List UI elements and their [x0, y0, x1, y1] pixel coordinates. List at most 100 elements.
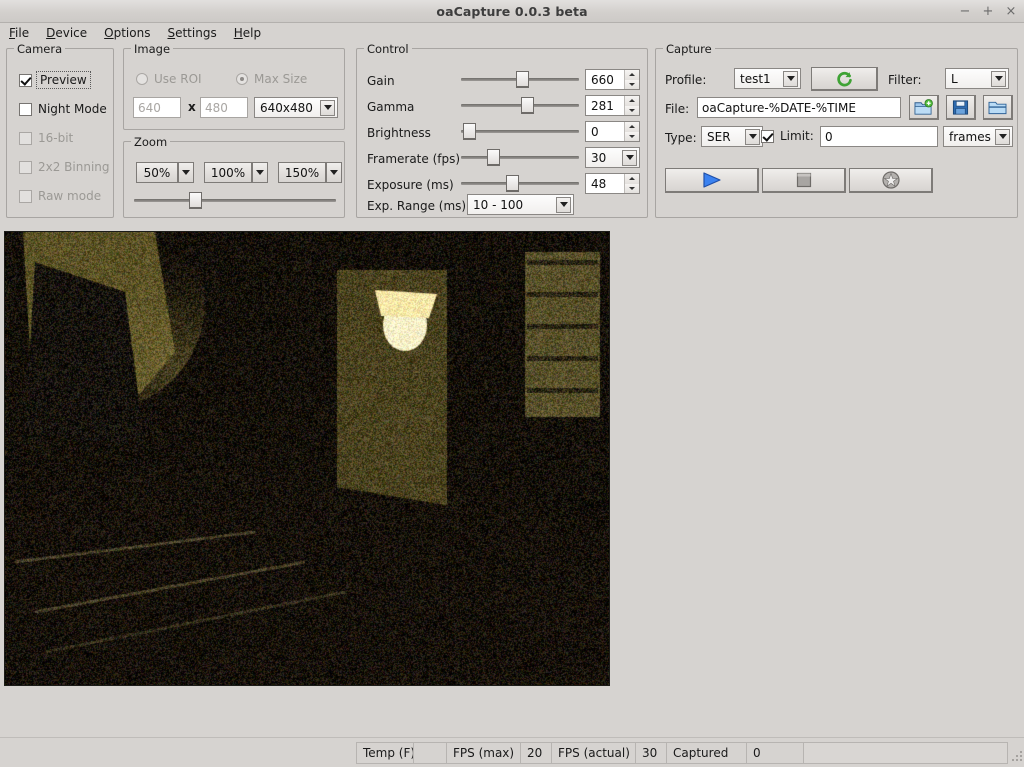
file-name-input[interactable]: oaCapture-%DATE-%TIME — [697, 97, 901, 118]
chevron-down-icon[interactable] — [745, 129, 760, 145]
filter-combo[interactable]: L — [945, 68, 1009, 89]
spinner-down-icon[interactable] — [625, 80, 639, 90]
control-value-spinner[interactable]: 660 — [585, 69, 640, 90]
zoom-preset-50-chevron-down-icon[interactable] — [178, 162, 194, 183]
image-size-combo[interactable]: 640x480 — [254, 97, 338, 118]
chevron-down-icon[interactable] — [991, 71, 1006, 87]
zoom-slider[interactable] — [134, 190, 336, 210]
roi-width-input[interactable]: 640 — [133, 97, 181, 118]
limit-value-input[interactable]: 0 — [820, 126, 938, 147]
zoom-slider-thumb[interactable] — [189, 192, 202, 209]
type-combo[interactable]: SER — [701, 126, 763, 147]
zoom-preset-100-chevron-down-icon[interactable] — [252, 162, 268, 183]
spinner-buttons[interactable] — [624, 70, 639, 89]
exp-range-combo[interactable]: 10 - 100 — [467, 194, 574, 215]
control-slider[interactable] — [461, 69, 579, 89]
spinner-up-icon[interactable] — [625, 174, 639, 184]
control-slider-thumb[interactable] — [516, 71, 529, 88]
menu-options[interactable]: Options — [104, 26, 150, 40]
camera-preview[interactable] — [4, 231, 610, 686]
chevron-down-icon[interactable] — [556, 197, 571, 213]
zoom-preset-150-chevron-down-icon[interactable] — [326, 162, 342, 183]
limit-units-combo[interactable]: frames — [943, 126, 1013, 147]
start-capture-button[interactable] — [665, 168, 759, 193]
exp-range-combo-value: 10 - 100 — [473, 198, 523, 212]
zoom-slider-track — [134, 199, 336, 202]
close-icon[interactable]: × — [1005, 5, 1017, 18]
filter-label: Filter: — [888, 73, 922, 87]
camera-preview-canvas[interactable] — [5, 232, 609, 685]
open-folder-button[interactable] — [983, 95, 1013, 120]
control-slider[interactable] — [461, 147, 579, 167]
control-value-spinner[interactable]: 281 — [585, 95, 640, 116]
checkbox-limit-label: Limit: — [780, 129, 814, 143]
window-title: oaCapture 0.0.3 beta — [436, 4, 587, 19]
resize-grip-icon[interactable] — [1010, 742, 1024, 764]
spinner-down-icon[interactable] — [625, 184, 639, 194]
roi-height-input[interactable]: 480 — [200, 97, 248, 118]
zoom-preset-50[interactable]: 50% — [136, 162, 194, 183]
spinner-buttons[interactable] — [624, 122, 639, 141]
camera-panel-title: Camera — [14, 42, 65, 56]
spinner-down-icon[interactable] — [625, 132, 639, 142]
spinner-buttons[interactable] — [624, 174, 639, 193]
night-mode-checkbox-box[interactable] — [19, 103, 32, 116]
spinner-up-icon[interactable] — [625, 122, 639, 132]
menu-file[interactable]: File — [9, 26, 29, 40]
control-slider-thumb[interactable] — [521, 97, 534, 114]
16-bit-checkbox-box — [19, 132, 32, 145]
spinner-up-icon[interactable] — [625, 96, 639, 106]
control-row-label: Gain — [367, 74, 395, 88]
status-fps-max-value: 20 — [520, 742, 552, 764]
profile-combo-value: test1 — [740, 72, 771, 86]
limit-units-combo-value: frames — [949, 130, 991, 144]
profile-combo[interactable]: test1 — [734, 68, 801, 89]
stop-capture-button[interactable] — [762, 168, 846, 193]
autorun-button[interactable] — [849, 168, 933, 193]
zoom-preset-50-label[interactable]: 50% — [136, 162, 178, 183]
checkbox-2x2-binning-label: 2x2 Binning — [38, 160, 110, 174]
spinner-buttons[interactable] — [624, 96, 639, 115]
save-button[interactable] — [946, 95, 976, 120]
spinner-down-icon[interactable] — [625, 106, 639, 116]
menu-device[interactable]: Device — [46, 26, 87, 40]
zoom-preset-150[interactable]: 150% — [278, 162, 342, 183]
zoom-preset-100[interactable]: 100% — [204, 162, 268, 183]
control-value-spinner[interactable]: 48 — [585, 173, 640, 194]
control-slider-thumb[interactable] — [463, 123, 476, 140]
menu-bar: File Device Options Settings Help — [0, 23, 1024, 43]
checkbox-night-mode[interactable]: Night Mode — [19, 102, 107, 116]
control-slider[interactable] — [461, 95, 579, 115]
control-slider-thumb[interactable] — [487, 149, 500, 166]
control-slider[interactable] — [461, 121, 579, 141]
maximize-icon[interactable]: + — [982, 5, 994, 18]
zoom-preset-150-label[interactable]: 150% — [278, 162, 326, 183]
zoom-preset-100-label[interactable]: 100% — [204, 162, 252, 183]
preview-checkbox-box[interactable] — [19, 74, 32, 87]
zoom-preset-buttons: 50% 100% 150% — [136, 162, 342, 183]
control-slider[interactable] — [461, 173, 579, 193]
radio-max-size: Max Size — [236, 72, 307, 86]
chevron-down-icon[interactable] — [622, 150, 637, 166]
menu-help[interactable]: Help — [234, 26, 261, 40]
checkbox-raw-mode-label: Raw mode — [38, 189, 101, 203]
spinner-up-icon[interactable] — [625, 70, 639, 80]
control-value-combo[interactable]: 30 — [585, 147, 640, 168]
checkbox-limit[interactable]: Limit: — [761, 129, 814, 143]
autorun-icon — [881, 170, 901, 190]
checkbox-preview[interactable]: Preview — [19, 73, 89, 87]
chevron-down-icon[interactable] — [995, 129, 1010, 145]
menu-settings-accel: S — [167, 26, 175, 40]
type-combo-value: SER — [707, 130, 731, 144]
new-folder-button[interactable] — [909, 95, 939, 120]
control-value-spinner[interactable]: 0 — [585, 121, 640, 142]
minimize-icon[interactable]: − — [959, 5, 971, 18]
checkbox-raw-mode: Raw mode — [19, 189, 101, 203]
chevron-down-icon[interactable] — [783, 71, 798, 87]
limit-checkbox-box[interactable] — [761, 130, 774, 143]
control-slider-thumb[interactable] — [506, 175, 519, 192]
profile-reload-button[interactable] — [811, 67, 878, 91]
menu-settings[interactable]: Settings — [167, 26, 216, 40]
chevron-down-icon[interactable] — [320, 100, 335, 116]
status-captured-label: Captured — [666, 742, 747, 764]
